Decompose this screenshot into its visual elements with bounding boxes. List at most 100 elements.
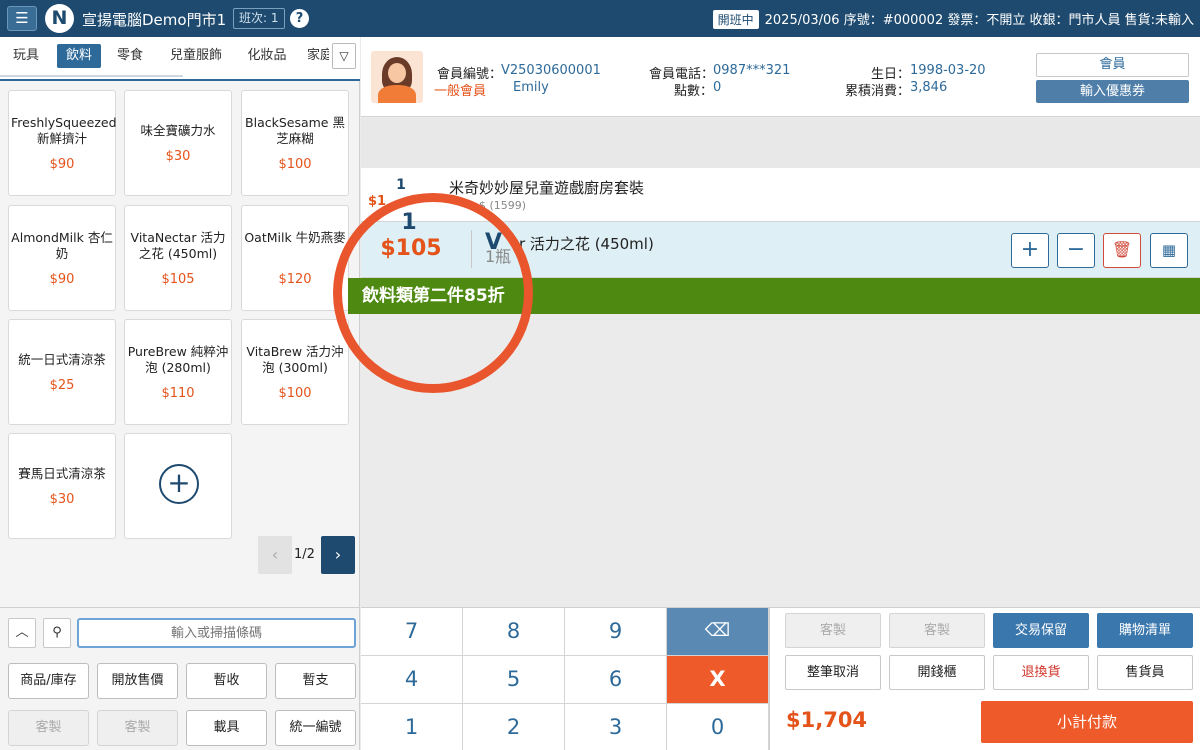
product-price: $110 [161,386,195,401]
hold-transaction-button[interactable]: 交易保留 [993,613,1089,648]
product-price: $120 [278,272,312,287]
cart-item-qty: 1 [401,210,417,235]
cart-item-price: $1 [367,194,387,209]
open-drawer-button[interactable]: 開錢櫃 [889,655,985,690]
tax-id-button[interactable]: 統一編號 [275,710,356,746]
product-card[interactable]: PureBrew 純粹沖泡 (280ml) $110 [124,319,232,425]
member-birthday: 1998-03-20 [910,63,986,78]
key-9[interactable]: 9 [565,608,667,656]
product-card[interactable]: AlmondMilk 杏仁奶 $90 [8,205,116,311]
product-panel: 玩具 飲料 零食 兒童服飾 化妝品 家庭 ▽ FreshlySqueezed 新… [0,37,360,607]
tab-kids-clothing[interactable]: 兒童服飾 [164,44,228,68]
cart-item-original-price: $ (1599) [479,199,527,212]
grid-icon: ▦ [1161,241,1177,259]
page-indicator: 1/2 [294,547,315,562]
key-1[interactable]: 1 [361,704,463,750]
product-card[interactable]: 味全寶礦力水 $30 [124,90,232,196]
clear-key[interactable]: X [667,656,769,704]
product-price: $90 [49,157,75,172]
product-name: BlackSesame 黑芝麻糊 [245,115,345,146]
temp-pay-button[interactable]: 暫支 [275,663,356,699]
add-product-button[interactable]: + [124,433,232,539]
key-7[interactable]: 7 [361,608,463,656]
tab-toys[interactable]: 玩具 [4,44,48,68]
tab-scroll-indicator [0,75,183,77]
avatar-face [388,63,406,83]
key-4[interactable]: 4 [361,656,463,704]
salesperson-button[interactable]: 售貨員 [1097,655,1193,690]
product-card[interactable]: FreshlySqueezed 新鮮擠汁 $90 [8,90,117,196]
product-price: $30 [165,149,191,164]
quick-actions-panel: ︿ ⚲ 商品/庫存 開放售價 暫收 暫支 客製 客製 載具 統一編號 [0,607,360,750]
tab-snacks[interactable]: 零食 [108,44,152,68]
product-name: PureBrew 純粹沖泡 (280ml) [127,344,229,375]
barcode-search-input[interactable] [77,618,356,648]
shift-badge: 班次: 1 [233,8,285,29]
promotion-banner: 飲料類第二件85折 [348,278,1200,314]
custom-button-3[interactable]: 客製 [785,613,881,648]
category-tabs: 玩具 飲料 零食 兒童服飾 化妝品 家庭 ▽ [0,37,360,81]
tab-drinks[interactable]: 飲料 [57,44,101,68]
product-price: $30 [49,492,75,507]
return-exchange-button[interactable]: 退換貨 [993,655,1089,690]
member-button[interactable]: 會員 [1036,53,1189,77]
cart-item-divider [471,230,472,268]
product-name: AlmondMilk 杏仁奶 [11,230,113,261]
delete-item-button[interactable]: 🗑 [1103,233,1141,268]
key-8[interactable]: 8 [463,608,565,656]
product-card[interactable]: BlackSesame 黑芝麻糊 $100 [241,90,349,196]
custom-button-1[interactable]: 客製 [8,710,89,746]
cart-item-name: 米奇妙妙屋兒童遊戲廚房套裝 [449,179,645,197]
custom-button-4[interactable]: 客製 [889,613,985,648]
temp-receive-button[interactable]: 暫收 [186,663,267,699]
cart-item-qty: 1 [396,177,406,193]
help-icon[interactable]: ? [290,9,309,28]
product-card[interactable]: VitaNectar 活力之花 (450ml) $105 [124,205,232,311]
key-3[interactable]: 3 [565,704,667,750]
product-price: $105 [161,272,195,287]
product-card[interactable]: VitaBrew 活力沖泡 (300ml) $100 [241,319,349,425]
store-title: 宣揚電腦Demo門市1 [82,11,227,29]
open-price-button[interactable]: 開放售價 [97,663,178,699]
plus-icon: + [1020,237,1040,262]
decrease-qty-button[interactable]: − [1057,233,1095,268]
tab-home[interactable]: 家庭 [307,44,329,68]
key-2[interactable]: 2 [463,704,565,750]
cancel-all-button[interactable]: 整筆取消 [785,655,881,690]
key-5[interactable]: 5 [463,656,565,704]
checkout-button[interactable]: 小計付款 [981,701,1193,743]
key-6[interactable]: 6 [565,656,667,704]
carrier-button[interactable]: 載具 [186,710,267,746]
member-tier: 一般會員 [434,84,487,99]
hamburger-icon: ☰ [15,9,29,27]
increase-qty-button[interactable]: + [1011,233,1049,268]
product-stock-button[interactable]: 商品/庫存 [8,663,89,699]
plus-circle-icon: + [159,464,199,504]
key-0[interactable]: 0 [667,704,769,750]
product-price: $100 [278,386,312,401]
cart-item[interactable]: 1 $1 米奇妙妙屋兒童遊戲廚房套裝 $ (1599) [361,168,1200,222]
item-options-button[interactable]: ▦ [1150,233,1188,268]
menu-button[interactable]: ☰ [7,6,37,31]
custom-button-2[interactable]: 客製 [97,710,178,746]
backspace-icon: ⌫ [704,620,731,641]
product-name: 賽馬日式清涼茶 [18,466,106,481]
member-spent: 3,846 [910,80,948,95]
tab-cosmetics[interactable]: 化妝品 [240,44,294,68]
product-card[interactable]: 賽馬日式清涼茶 $30 [8,433,116,539]
member-points: 0 [713,80,722,95]
more-categories-button[interactable]: ▽ [332,43,356,69]
session-info: 2025/03/06 序號：#000002 發票：不開立 收銀：門市人員 售貨:… [764,13,1194,28]
open-status-badge: 開班中 [712,10,759,29]
prev-page-button[interactable]: ‹ [258,536,292,574]
coupon-button[interactable]: 輸入優惠券 [1036,80,1189,103]
pin-button[interactable]: ⚲ [43,618,71,648]
top-bar: ☰ N 宣揚電腦Demo門市1 班次: 1 ? 開班中 2025/03/06 序號… [0,0,1200,37]
shopping-list-button[interactable]: 購物清單 [1097,613,1193,648]
product-card[interactable]: OatMilk 牛奶燕麥 $120 [241,205,349,311]
cart-item-selected[interactable]: 1 $105 V r 活力之花 (450ml) 1瓶 + − 🗑 ▦ [361,210,1200,278]
backspace-key[interactable]: ⌫ [667,608,769,656]
collapse-button[interactable]: ︿ [8,618,36,648]
product-card[interactable]: 統一日式清涼茶 $25 [8,319,116,425]
next-page-button[interactable]: › [321,536,355,574]
